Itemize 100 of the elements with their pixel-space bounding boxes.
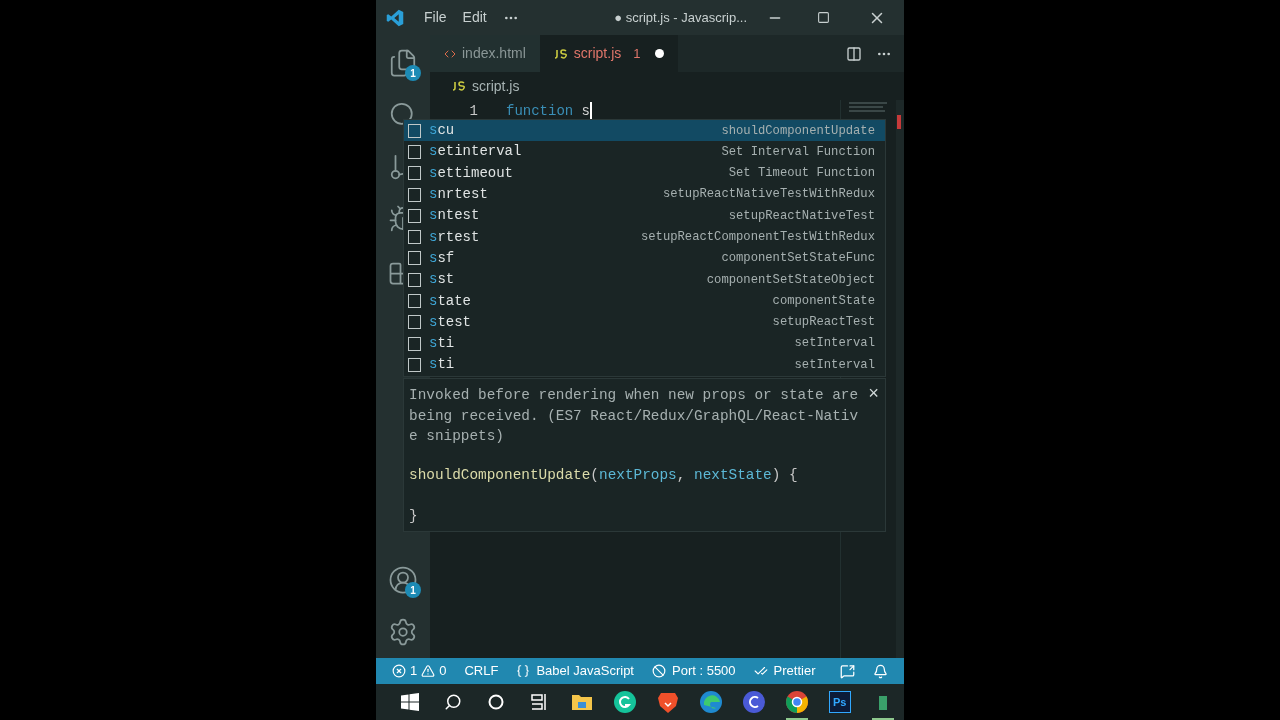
line-number: 1 xyxy=(468,101,478,121)
settings-icon[interactable] xyxy=(388,617,418,647)
suggestion-label: sti xyxy=(429,355,455,375)
suggestion-item[interactable]: stest setupReactTest xyxy=(404,311,885,333)
suggestion-detail: shouldComponentUpdate xyxy=(721,122,875,140)
breadcrumb-item[interactable]: script.js xyxy=(472,75,520,97)
suggestion-item[interactable]: state componentState xyxy=(404,290,885,312)
maximize-icon[interactable] xyxy=(817,11,830,24)
close-details-button[interactable]: × xyxy=(868,385,879,403)
no-entry-icon xyxy=(652,664,666,678)
menu-item[interactable]: File xyxy=(424,7,447,28)
scrollbar-error-mark xyxy=(897,115,901,129)
photoshop-app-icon[interactable]: Ps xyxy=(828,691,851,713)
suggestion-label: scu xyxy=(429,121,455,141)
editor-tab[interactable]: script.js 1 xyxy=(539,35,678,72)
code-line: function s xyxy=(506,101,591,121)
suggestion-label: sti xyxy=(429,334,455,354)
suggestion-label: settimeout xyxy=(429,163,514,183)
menu-item[interactable]: Edit xyxy=(462,7,487,28)
grammarly-icon[interactable] xyxy=(614,691,637,713)
feedback-icon[interactable] xyxy=(840,663,855,679)
snippet-icon xyxy=(408,272,421,287)
suggestion-item[interactable]: scu shouldComponentUpdate xyxy=(404,120,885,142)
suggestion-item[interactable]: sst componentSetStateObject xyxy=(404,269,885,291)
js-icon xyxy=(553,48,568,59)
files-icon[interactable] xyxy=(388,48,418,78)
suggestion-detail: componentSetStateObject xyxy=(706,271,875,289)
lion-icon[interactable] xyxy=(658,691,678,713)
tab-label: index.html xyxy=(462,44,526,63)
canva-icon[interactable] xyxy=(742,691,765,713)
suggestion-detail: componentState xyxy=(772,292,875,310)
suggestion-item[interactable]: sntest setupReactNativeTest xyxy=(404,205,885,227)
suggestion-item[interactable]: snrtest setupReactNativeTestWithRedux xyxy=(404,183,885,206)
suggestion-label: sntest xyxy=(429,206,480,226)
suggestion-detail: setInterval xyxy=(794,335,875,353)
suggestion-label: ssf xyxy=(429,248,455,268)
suggestion-item[interactable]: settimeout Set Timeout Function xyxy=(404,162,885,184)
js-icon xyxy=(452,81,466,91)
status-item[interactable]: CRLF xyxy=(464,661,499,681)
suggestion-label: sst xyxy=(429,270,455,290)
folder-icon[interactable] xyxy=(571,692,594,712)
suggestion-label: stest xyxy=(429,312,471,332)
badge: 1 xyxy=(405,65,421,81)
account-icon[interactable] xyxy=(388,565,418,595)
error-icon xyxy=(392,664,406,678)
edge-icon[interactable] xyxy=(699,691,722,713)
circle-icon[interactable] xyxy=(487,693,506,711)
suggestion-description: Invoked before rendering when new props or state are being received. (ES7 React/Redux/GraphQL/React-Native snippets) xyxy=(409,386,859,446)
suggestion-item[interactable]: sti setInterval xyxy=(404,354,885,376)
chrome-icon[interactable] xyxy=(785,691,808,713)
problem-count: 1 xyxy=(633,44,641,63)
suggestion-detail: componentSetStateFunc xyxy=(721,250,875,268)
suggestion-label: srtest xyxy=(429,227,480,247)
suggestion-detail: setupReactNativeTestWithRedux xyxy=(662,186,875,204)
snippet-icon xyxy=(408,294,421,308)
warning-icon xyxy=(421,664,436,678)
status-item[interactable]: Babel JavaScript xyxy=(516,661,634,681)
suggestion-detail: setInterval xyxy=(794,356,875,374)
problems-indicator[interactable]: 1 0 xyxy=(392,661,447,681)
tab-label: script.js xyxy=(573,44,622,63)
taskview-icon[interactable] xyxy=(530,693,549,711)
code-line: shouldComponentUpdate(nextProps, nextState) { xyxy=(409,466,798,483)
status-item[interactable]: Port : 5500 xyxy=(652,661,736,681)
snippet-icon xyxy=(408,336,421,351)
suggestion-item[interactable]: ssf componentSetStateFunc xyxy=(404,247,885,270)
warning-count: 0 xyxy=(439,662,447,681)
snippet-icon xyxy=(408,357,421,372)
windows-icon[interactable] xyxy=(401,693,420,711)
vscode-logo-icon xyxy=(386,8,404,27)
suggestion-item[interactable]: srtest setupReactComponentTestWithRedux xyxy=(404,226,885,248)
suggestion-item[interactable]: sti setInterval xyxy=(404,332,885,355)
snippet-icon xyxy=(408,315,421,330)
braces-icon xyxy=(516,664,531,678)
error-count: 1 xyxy=(410,662,418,681)
suggestion-detail: Set Timeout Function xyxy=(728,165,875,183)
snippet-icon xyxy=(408,123,421,138)
snippet-icon xyxy=(408,166,421,181)
split-editor-icon[interactable] xyxy=(846,45,862,62)
editor-tab[interactable]: index.html xyxy=(430,35,540,72)
minimap-drawing xyxy=(849,102,887,112)
notifications-icon[interactable] xyxy=(873,663,888,679)
suggestion-detail: Set Interval Function xyxy=(721,143,875,161)
snippet-icon xyxy=(408,208,421,223)
suggestion-detail: setupReactTest xyxy=(772,314,875,332)
snippet-icon xyxy=(408,251,421,266)
suggestion-item[interactable]: setinterval Set Interval Function xyxy=(404,141,885,163)
snippet-icon xyxy=(408,230,421,245)
search-icon[interactable] xyxy=(444,693,463,711)
suggestion-detail: setupReactComponentTestWithRedux xyxy=(640,229,875,246)
text-cursor xyxy=(590,102,593,120)
suggestion-label: setinterval xyxy=(429,142,522,162)
code-line: } xyxy=(409,507,418,524)
double-check-icon xyxy=(753,664,768,678)
suggestion-detail: setupReactNativeTest xyxy=(728,207,875,225)
suggestion-label: state xyxy=(429,291,471,311)
suggestion-label: snrtest xyxy=(429,185,488,205)
snippet-icon xyxy=(408,187,421,202)
badge: 1 xyxy=(405,582,421,598)
snippet-icon xyxy=(408,144,421,159)
status-item[interactable]: Prettier xyxy=(753,661,816,681)
